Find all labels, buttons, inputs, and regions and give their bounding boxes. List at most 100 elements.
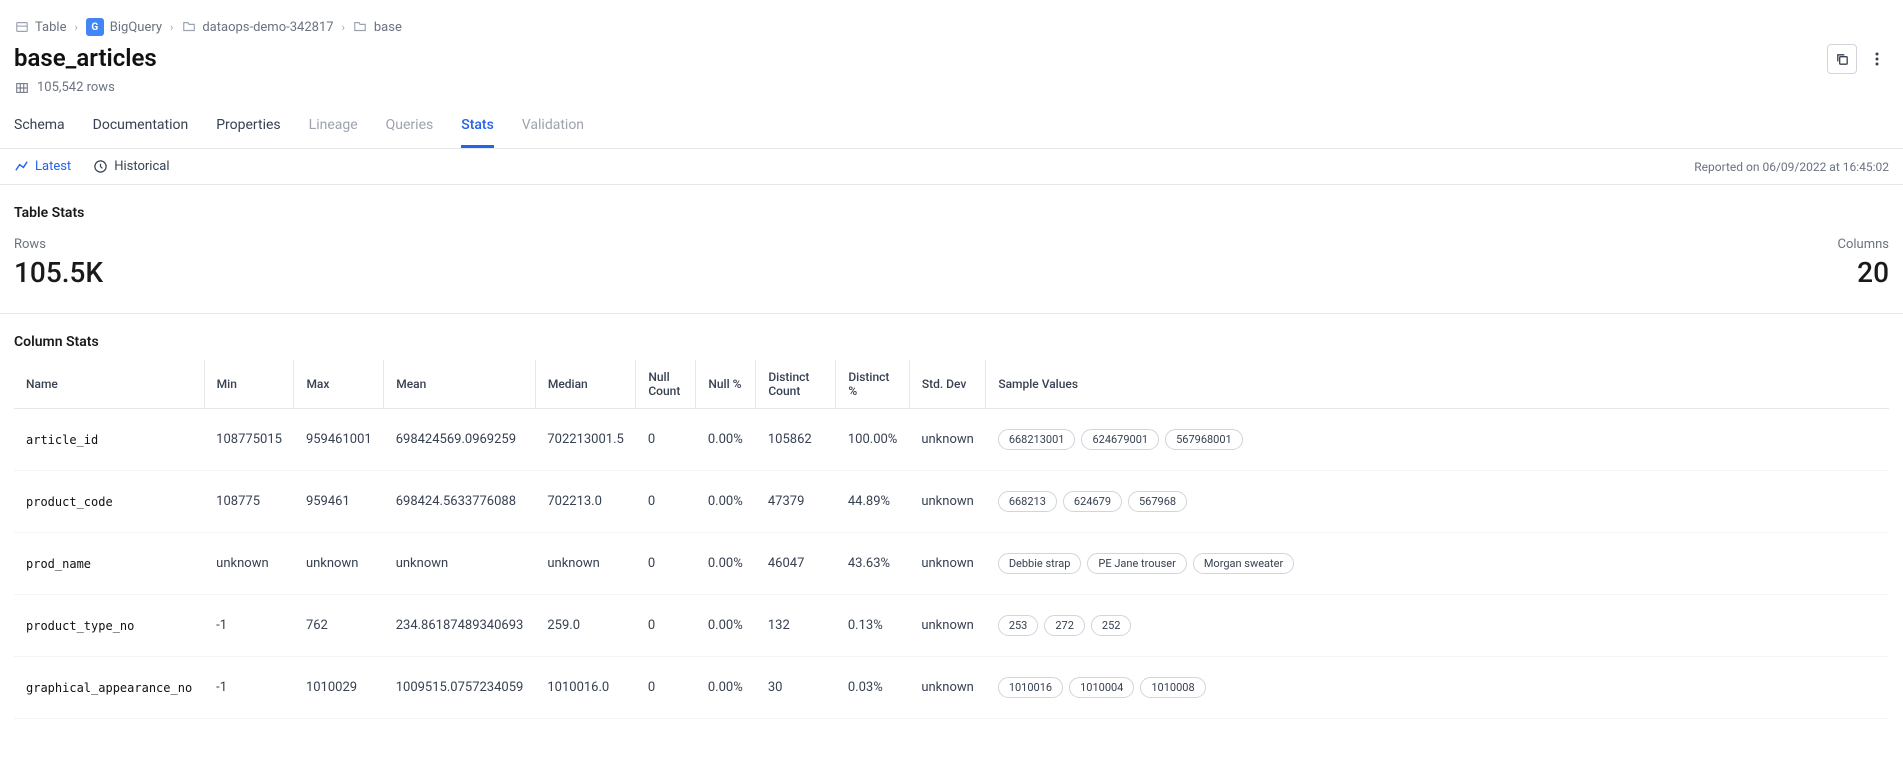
cell-min: 108775 [204,471,294,533]
breadcrumb-bigquery[interactable]: G BigQuery [86,18,162,36]
cell-samples: 1010016 1010004 1010008 [986,657,1889,719]
cell-std-dev: unknown [909,595,985,657]
breadcrumb-project[interactable]: dataops-demo-342817 [181,20,333,35]
chevron-right-icon: › [170,21,173,34]
th-distinct-pct[interactable]: Distinct % [836,360,909,409]
cell-std-dev: unknown [909,471,985,533]
chart-line-icon [14,159,29,174]
stat-rows-value: 105.5K [14,256,103,289]
chevron-right-icon: › [342,21,345,34]
breadcrumb-table-label: Table [35,20,66,35]
stat-columns: Columns 20 [1838,237,1890,289]
breadcrumb-dataset-label: base [374,20,402,35]
tab-schema[interactable]: Schema [14,107,65,148]
th-null-count[interactable]: Null Count [636,360,696,409]
th-max[interactable]: Max [294,360,384,409]
tab-stats[interactable]: Stats [461,107,494,148]
sample-chip[interactable]: 1010008 [1140,677,1205,698]
stat-columns-value: 20 [1838,256,1890,289]
bigquery-icon: G [86,18,104,36]
cell-std-dev: unknown [909,409,985,471]
sample-chip[interactable]: 252 [1091,615,1132,636]
th-median[interactable]: Median [535,360,636,409]
breadcrumb-dataset[interactable]: base [353,20,402,35]
tab-documentation[interactable]: Documentation [93,107,189,148]
cell-name: product_type_no [14,595,204,657]
cell-max: 959461 [294,471,384,533]
cell-null-pct: 0.00% [696,657,756,719]
sample-chip[interactable]: Morgan sweater [1193,553,1294,574]
cell-max: unknown [294,533,384,595]
cell-median: unknown [535,533,636,595]
cell-name: prod_name [14,533,204,595]
sample-chip[interactable]: 253 [998,615,1039,636]
cell-name: article_id [14,409,204,471]
cell-max: 1010029 [294,657,384,719]
row-count-text: 105,542 rows [37,80,115,95]
cell-max: 959461001 [294,409,384,471]
stat-columns-label: Columns [1838,237,1890,252]
cell-median: 1010016.0 [535,657,636,719]
cell-samples: 253272 252 [986,595,1889,657]
cell-min: -1 [204,657,294,719]
subtab-historical[interactable]: Historical [93,159,169,174]
cell-null-count: 0 [636,595,696,657]
sample-chip[interactable]: 567968001 [1165,429,1243,450]
cell-null-pct: 0.00% [696,471,756,533]
sample-chip[interactable]: Debbie strap [998,553,1082,574]
table-row: product_code108775959461698424.563377608… [14,471,1889,533]
sample-chip[interactable]: 1010016 [998,677,1063,698]
sample-chip[interactable]: 668213001 [998,429,1076,450]
folder-icon [353,20,368,35]
row-count-subtitle: 105,542 rows [0,76,1903,107]
th-distinct-count[interactable]: Distinct Count [756,360,836,409]
subtab-latest-label: Latest [35,159,71,174]
cell-distinct-pct: 0.13% [836,595,909,657]
th-sample[interactable]: Sample Values [986,360,1889,409]
breadcrumb-table[interactable]: Table [14,20,66,35]
cell-max: 762 [294,595,384,657]
more-menu-button[interactable] [1865,44,1889,74]
subtab-latest[interactable]: Latest [14,159,71,174]
cell-distinct-pct: 100.00% [836,409,909,471]
chevron-right-icon: › [74,21,77,34]
th-std-dev[interactable]: Std. Dev [909,360,985,409]
sample-chip[interactable]: 272 [1044,615,1085,636]
sample-chip[interactable]: 567968 [1128,491,1187,512]
tab-validation: Validation [522,107,584,148]
sample-chip[interactable]: PE Jane trouser [1087,553,1186,574]
th-min[interactable]: Min [204,360,294,409]
cell-mean: 234.86187489340693 [384,595,536,657]
sample-chip[interactable]: 624679001 [1081,429,1159,450]
sample-chip[interactable]: 1010004 [1069,677,1134,698]
cell-median: 702213.0 [535,471,636,533]
table-row: product_type_no-1762234.8618748934069325… [14,595,1889,657]
cell-null-count: 0 [636,533,696,595]
cell-null-count: 0 [636,657,696,719]
stat-rows-label: Rows [14,237,103,252]
copy-button[interactable] [1827,44,1857,74]
tab-properties[interactable]: Properties [216,107,280,148]
th-null-pct[interactable]: Null % [696,360,756,409]
sample-chip[interactable]: 668213 [998,491,1057,512]
cell-median: 702213001.5 [535,409,636,471]
table-header-row: Name Min Max Mean Median Null Count Null… [14,360,1889,409]
cell-mean: 698424569.0969259 [384,409,536,471]
table-row: prod_nameunknownunknownunknownunknown00.… [14,533,1889,595]
cell-null-pct: 0.00% [696,533,756,595]
cell-distinct-pct: 43.63% [836,533,909,595]
cell-min: 108775015 [204,409,294,471]
th-name[interactable]: Name [14,360,204,409]
table-row: article_id108775015959461001698424569.09… [14,409,1889,471]
table-stats-row: Rows 105.5K Columns 20 [0,231,1903,314]
breadcrumb: Table › G BigQuery › dataops-demo-342817… [0,0,1903,44]
cell-mean: 698424.5633776088 [384,471,536,533]
header-row: base_articles [0,44,1903,76]
sample-chip[interactable]: 624679 [1063,491,1122,512]
th-mean[interactable]: Mean [384,360,536,409]
cell-std-dev: unknown [909,533,985,595]
cell-std-dev: unknown [909,657,985,719]
grid-icon [14,80,29,95]
header-actions [1827,44,1889,74]
cell-distinct-count: 30 [756,657,836,719]
